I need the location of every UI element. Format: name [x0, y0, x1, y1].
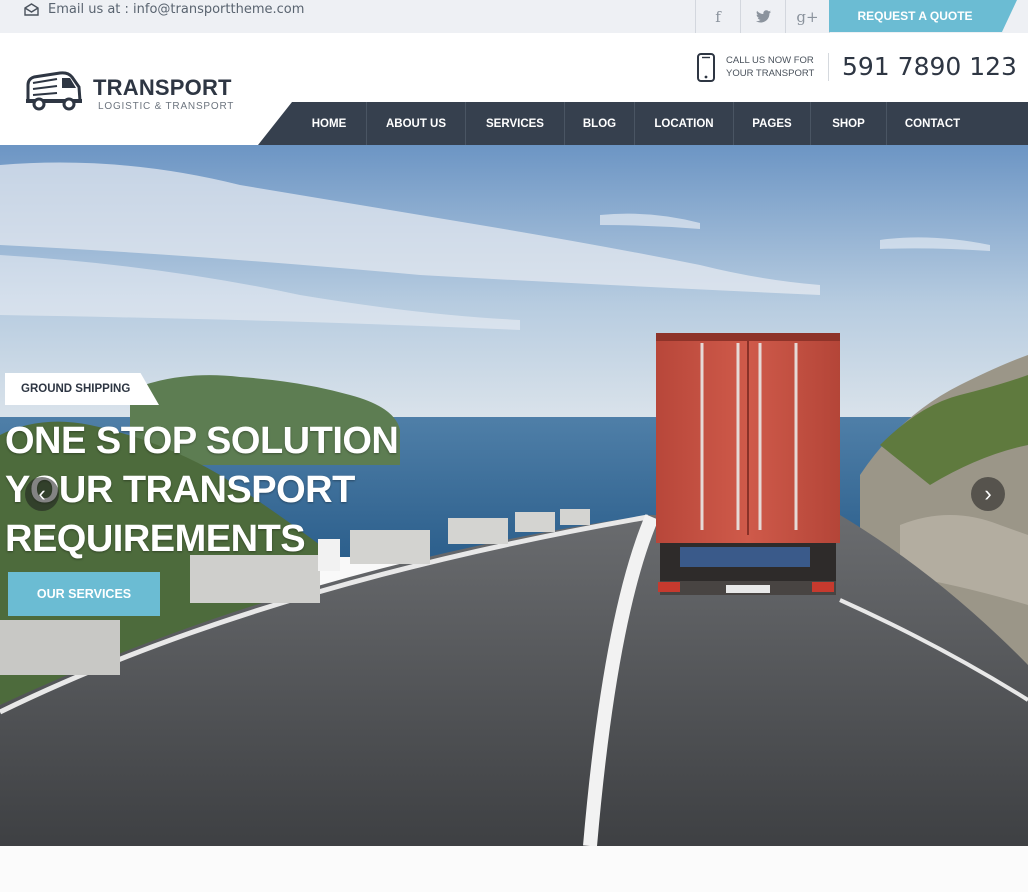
phone-number[interactable]: 591 7890 123 — [842, 52, 1017, 81]
nav-services[interactable]: SERVICES — [465, 102, 564, 145]
brand-title[interactable]: TRANSPORT — [93, 75, 232, 101]
facebook-icon[interactable]: f — [695, 0, 740, 33]
chevron-right-icon: › — [984, 481, 992, 506]
headline-line-2: YOUR TRANSPORT — [5, 469, 355, 511]
hero-headline: ONE STOP SOLUTION YOUR TRANSPORT REQUIRE… — [5, 417, 399, 564]
ground-shipping-badge: GROUND SHIPPING — [5, 373, 159, 405]
truck-logo-icon — [26, 71, 82, 111]
envelope-icon — [24, 3, 39, 16]
google-plus-icon[interactable]: g+ — [785, 0, 830, 33]
divider — [828, 53, 829, 81]
chevron-left-icon: ‹ — [38, 481, 46, 506]
call-us-text: CALL US NOW FOR YOUR TRANSPORT — [726, 54, 814, 80]
twitter-icon[interactable] — [740, 0, 785, 33]
top-bar: Email us at : info@transporttheme.com f … — [0, 0, 1028, 33]
nav-location[interactable]: LOCATION — [634, 102, 733, 145]
nav-about-us[interactable]: ABOUT US — [366, 102, 465, 145]
hero-slider: GROUND SHIPPING ONE STOP SOLUTION YOUR T… — [0, 145, 1028, 846]
slider-prev-arrow[interactable]: ‹ — [25, 477, 59, 511]
headline-line-1: ONE STOP SOLUTION — [5, 420, 399, 462]
email-contact[interactable]: Email us at : info@transporttheme.com — [24, 2, 304, 17]
nav-shop[interactable]: SHOP — [810, 102, 886, 145]
nav-contact[interactable]: CONTACT — [886, 102, 978, 145]
nav-blog[interactable]: BLOG — [564, 102, 634, 145]
nav-pages[interactable]: PAGES — [733, 102, 810, 145]
email-text: Email us at : info@transporttheme.com — [48, 2, 305, 17]
brand-subtitle: LOGISTIC & TRANSPORT — [98, 101, 235, 112]
headline-line-3: REQUIREMENTS — [5, 518, 306, 560]
main-nav: HOME ABOUT US SERVICES BLOG LOCATION PAG… — [258, 102, 1028, 145]
nav-home[interactable]: HOME — [292, 102, 366, 145]
call-line-2: YOUR TRANSPORT — [726, 68, 815, 79]
below-hero-area — [0, 846, 1028, 892]
request-quote-button[interactable]: REQUEST A QUOTE — [829, 0, 1017, 32]
slider-next-arrow[interactable]: › — [971, 477, 1005, 511]
phone-icon — [697, 53, 715, 82]
call-line-1: CALL US NOW FOR — [726, 55, 814, 66]
our-services-button[interactable]: OUR SERVICES — [8, 572, 160, 616]
